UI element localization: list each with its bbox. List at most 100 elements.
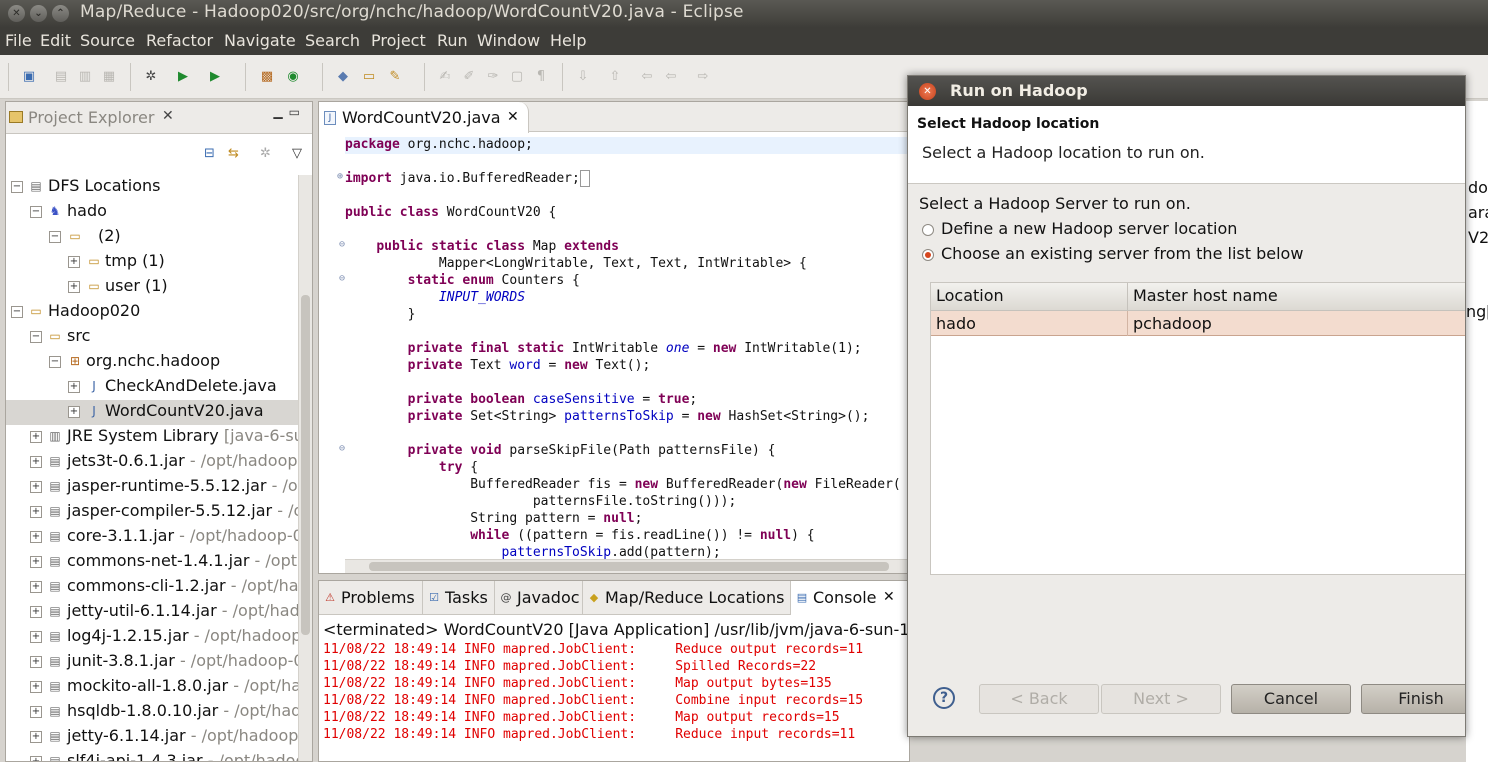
collapse-all-icon[interactable]: ⊟ [204,146,215,161]
menu-navigate[interactable]: Navigate [224,31,296,50]
finish-button[interactable]: Finish [1361,684,1465,714]
expand-toggle[interactable]: + [30,531,42,543]
column-header-master-host[interactable]: Master host name [1128,283,1465,311]
table-row[interactable]: hado pchadoop [931,311,1465,336]
help-icon[interactable]: ? [933,687,955,709]
filter-icon[interactable]: ✲ [260,146,271,161]
block-select-icon[interactable]: ▢ [508,68,526,86]
minimize-window-button[interactable]: ⌄ [30,5,47,22]
collapse-toggle[interactable]: − [30,331,42,343]
menu-help[interactable]: Help [550,31,586,50]
expand-toggle[interactable]: + [30,631,42,643]
cancel-button[interactable]: Cancel [1231,684,1351,714]
fold-icon[interactable]: ⊕ [337,171,343,182]
close-icon[interactable]: ✕ [883,589,895,605]
tree-item-label: junit-3.8.1.jar [67,651,175,670]
editor-tab-wordcountv20[interactable]: J WordCountV20.java ✕ [319,102,529,133]
menu-window[interactable]: Window [477,31,540,50]
link-editor-icon[interactable]: ⇆ [228,146,239,161]
view-menu-icon[interactable]: ▽ [292,146,302,161]
collapse-toggle[interactable]: − [30,206,42,218]
next-button[interactable]: Next > [1101,684,1221,714]
back-icon[interactable]: ⇦ [662,68,680,86]
expand-toggle[interactable]: + [68,281,80,293]
expand-toggle[interactable]: + [68,256,80,268]
choose-existing-server-label[interactable]: Choose an existing server from the list … [941,244,1303,263]
expand-toggle[interactable]: + [68,406,80,418]
expand-toggle[interactable]: + [68,381,80,393]
fold-icon[interactable]: ⊖ [339,239,345,250]
menu-run[interactable]: Run [437,31,468,50]
collapse-toggle[interactable]: − [49,231,61,243]
close-icon[interactable]: ✕ [507,109,519,125]
toggle-mark-icon[interactable]: ✑ [484,68,502,86]
menu-project[interactable]: Project [371,31,426,50]
maximize-window-button[interactable]: ⌃ [52,5,69,22]
editor-ruler [319,133,345,560]
menu-search[interactable]: Search [305,31,360,50]
collapse-toggle[interactable]: − [49,356,61,368]
close-icon[interactable]: ✕ [919,83,936,100]
fold-icon[interactable]: ⊖ [339,273,345,284]
new-icon[interactable]: ▣ [20,68,38,86]
expand-toggle[interactable]: + [30,581,42,593]
define-new-location-radio[interactable] [922,224,934,236]
tab-problems[interactable]: ⚠ Problems [319,581,423,615]
expand-toggle[interactable]: + [30,431,42,443]
save-icon[interactable]: ▤ [52,68,70,86]
open-type-icon[interactable]: ◆ [334,68,352,86]
minimize-maximize-icon[interactable]: ▁▭ [273,105,306,119]
expand-toggle[interactable]: + [30,706,42,718]
define-new-location-label[interactable]: Define a new Hadoop server location [941,219,1237,238]
expand-toggle[interactable]: + [30,731,42,743]
show-whitespace-icon[interactable]: ¶ [532,68,550,86]
expand-toggle[interactable]: + [30,481,42,493]
next-annotation-icon[interactable]: ⇩ [574,68,592,86]
project-explorer-tab[interactable]: Project Explorer ✕ ▁▭ [6,102,312,134]
editor-horizontal-scrollbar[interactable] [345,559,909,573]
run-icon[interactable]: ▶ [174,68,192,86]
problems-icon: ⚠ [325,591,335,604]
debug-icon[interactable]: ✲ [142,68,160,86]
new-class-icon[interactable]: ◉ [284,68,302,86]
expand-toggle[interactable]: + [30,756,42,761]
choose-existing-server-radio[interactable] [922,249,934,261]
expand-toggle[interactable]: + [30,606,42,618]
back-button[interactable]: < Back [979,684,1099,714]
save-all-icon[interactable]: ▥ [76,68,94,86]
expand-toggle[interactable]: + [30,656,42,668]
run-external-icon[interactable]: ▶ [206,68,224,86]
menu-edit[interactable]: Edit [40,31,71,50]
close-window-button[interactable]: ✕ [8,5,25,22]
expand-toggle[interactable]: + [30,506,42,518]
last-edit-icon[interactable]: ⇦ [638,68,656,86]
new-java-project-icon[interactable]: ▩ [258,68,276,86]
print-icon[interactable]: ▦ [100,68,118,86]
scrollbar-thumb[interactable] [369,562,889,571]
tab-console[interactable]: ▤ Console ✕ [791,581,909,615]
collapse-toggle[interactable]: − [11,306,23,318]
collapse-toggle[interactable]: − [11,181,23,193]
menu-file[interactable]: File [5,31,32,50]
folder-icon: ▭ [88,279,100,293]
tree-item-wordcountv20[interactable]: + J WordCountV20.java [6,400,298,425]
close-icon[interactable]: ✕ [162,108,174,124]
explorer-scrollbar[interactable] [298,175,312,761]
tab-map-reduce-locations[interactable]: ◆ Map/Reduce Locations [583,581,791,615]
menu-refactor[interactable]: Refactor [146,31,213,50]
scrollbar-thumb[interactable] [301,295,310,635]
search-icon[interactable]: ✎ [386,68,404,86]
expand-toggle[interactable]: + [30,456,42,468]
open-folder-icon[interactable]: ▭ [360,68,378,86]
tab-tasks[interactable]: ☑ Tasks [423,581,495,615]
forward-icon[interactable]: ⇨ [694,68,712,86]
menu-source[interactable]: Source [80,31,135,50]
prev-annotation-icon[interactable]: ⇧ [606,68,624,86]
annotation-icon[interactable]: ✍ [436,68,454,86]
expand-toggle[interactable]: + [30,681,42,693]
highlight-icon[interactable]: ✐ [460,68,478,86]
fold-icon[interactable]: ⊖ [339,443,345,454]
expand-toggle[interactable]: + [30,556,42,568]
column-header-location[interactable]: Location [931,283,1128,311]
tab-javadoc[interactable]: @ Javadoc [495,581,583,615]
